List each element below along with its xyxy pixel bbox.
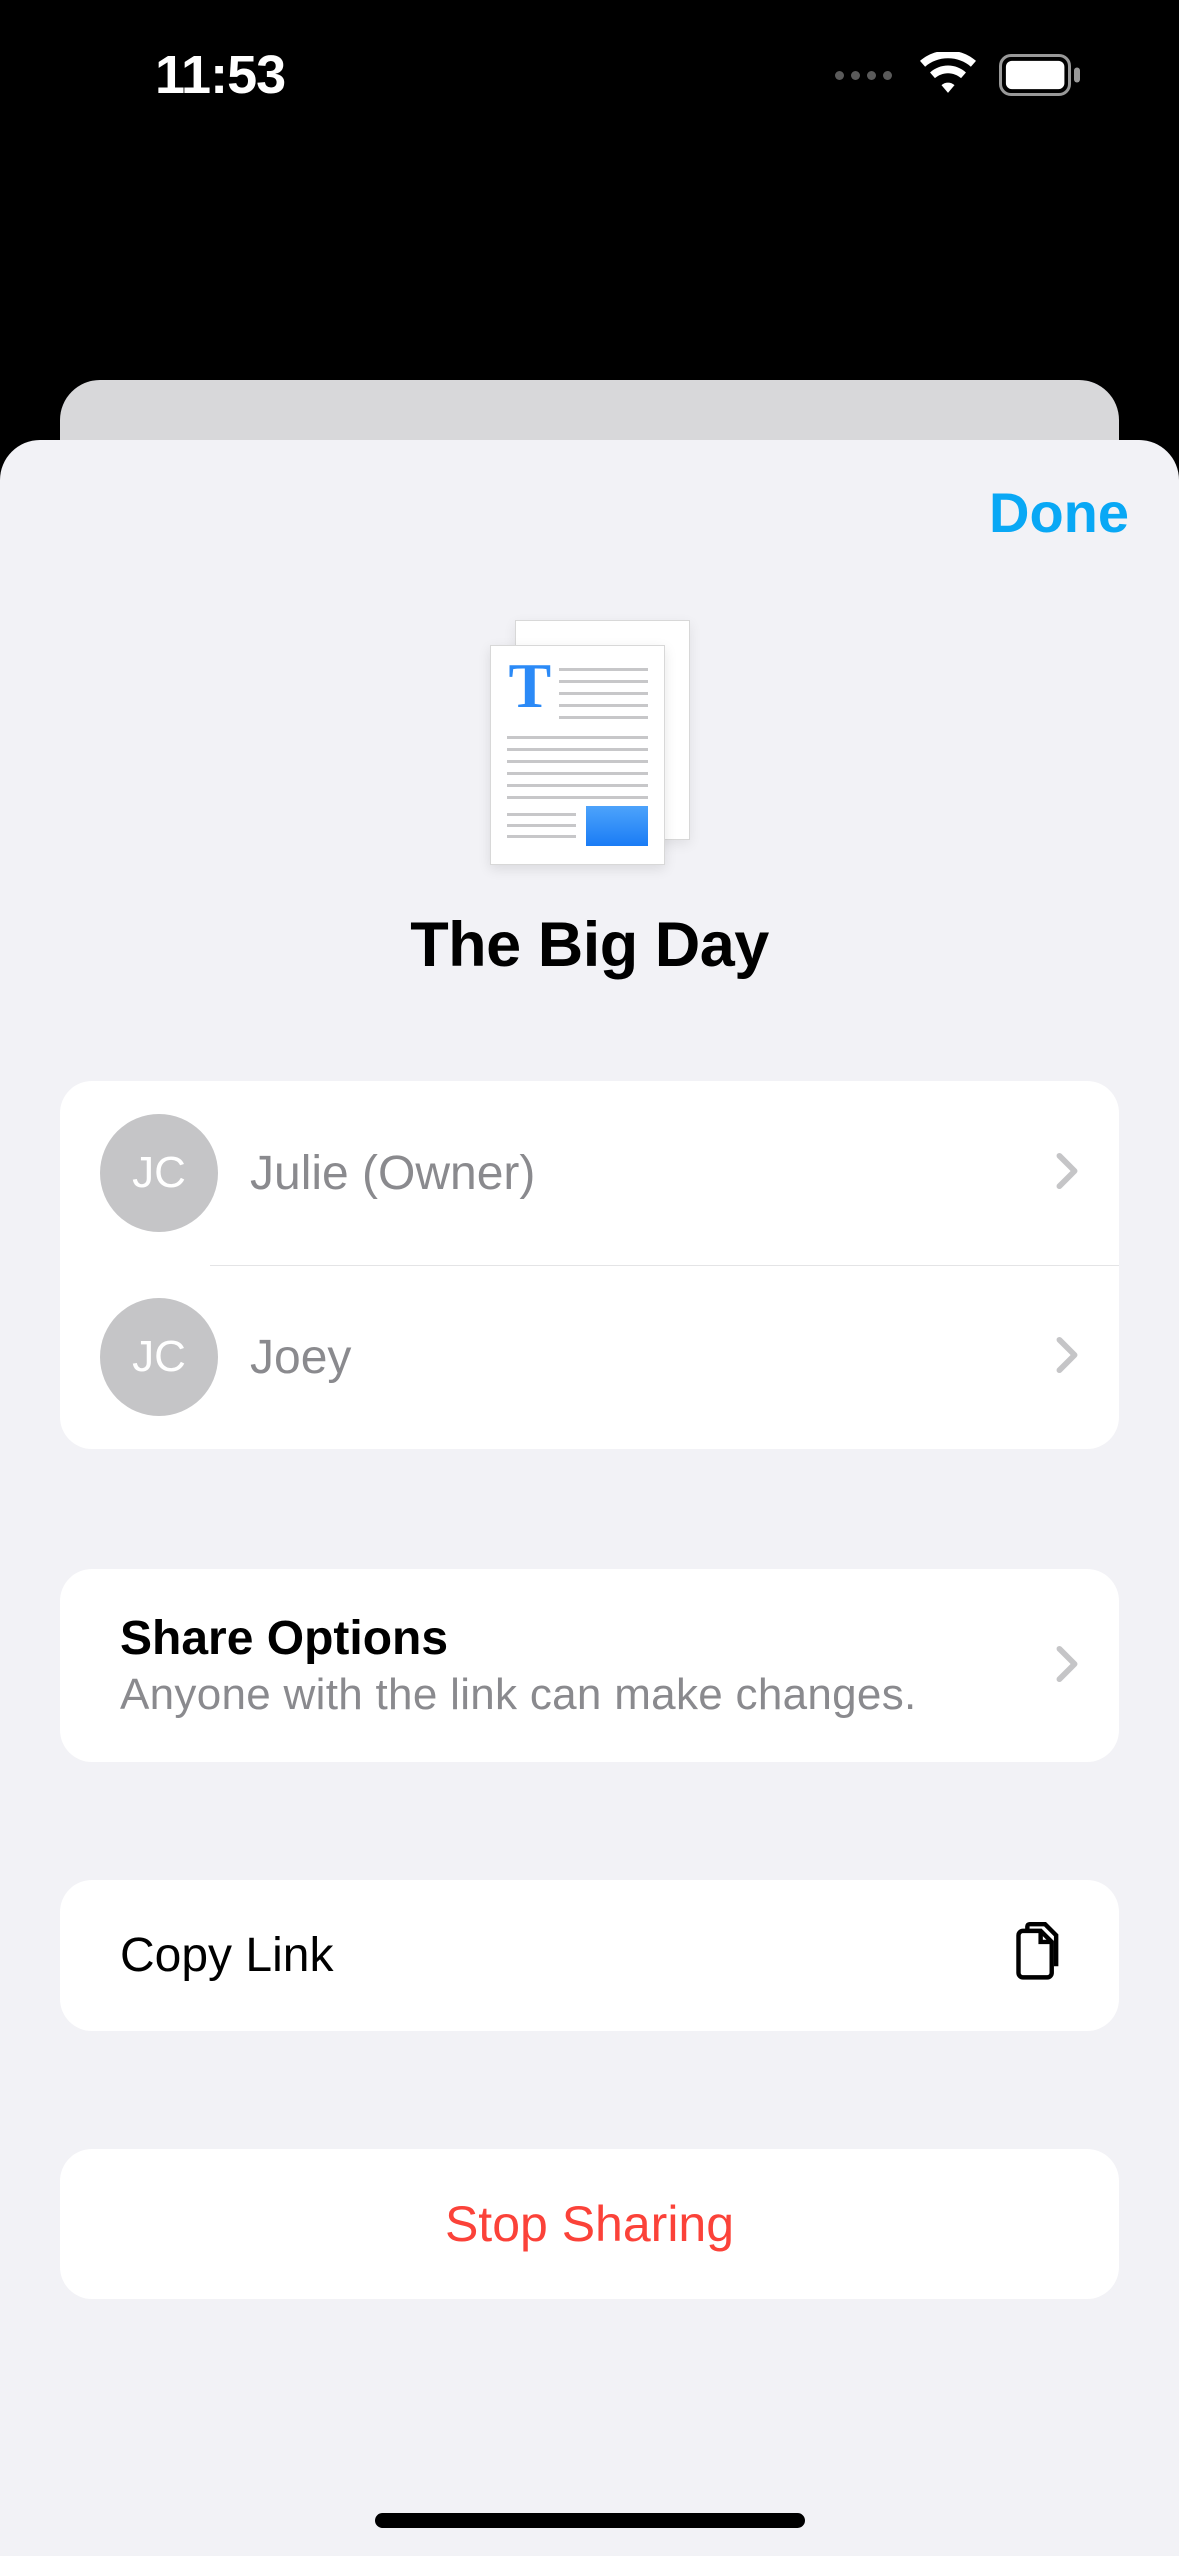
copy-icon [1007, 1922, 1061, 1989]
avatar: JC [100, 1114, 218, 1232]
status-bar: 11:53 [0, 0, 1179, 150]
people-list: JC Julie (Owner) JC Joey [60, 1081, 1119, 1449]
document-title: The Big Day [0, 909, 1179, 981]
chevron-right-icon [1055, 1637, 1079, 1695]
home-indicator[interactable] [375, 2513, 805, 2528]
wifi-icon [920, 52, 976, 99]
person-row-owner[interactable]: JC Julie (Owner) [60, 1081, 1119, 1265]
share-options-title: Share Options [120, 1611, 1055, 1666]
document-icon: T [0, 620, 1179, 865]
stop-sharing-card[interactable]: Stop Sharing [60, 2149, 1119, 2299]
stop-sharing-label: Stop Sharing [445, 2195, 734, 2253]
person-row[interactable]: JC Joey [60, 1265, 1119, 1449]
status-time: 11:53 [155, 44, 285, 106]
avatar: JC [100, 1298, 218, 1416]
chevron-right-icon [1055, 1328, 1079, 1386]
cellular-indicator [835, 71, 892, 80]
status-indicators [835, 52, 1084, 99]
done-button[interactable]: Done [989, 480, 1129, 570]
person-name: Julie (Owner) [250, 1146, 1055, 1201]
copy-link-label: Copy Link [120, 1928, 1007, 1983]
share-options-card[interactable]: Share Options Anyone with the link can m… [60, 1569, 1119, 1762]
share-sheet: Done T The Big Day JC Julie (Owner) [0, 440, 1179, 2556]
share-options-subtitle: Anyone with the link can make changes. [120, 1670, 1055, 1720]
battery-icon [998, 54, 1084, 96]
copy-link-card[interactable]: Copy Link [60, 1880, 1119, 2031]
chevron-right-icon [1055, 1144, 1079, 1202]
person-name: Joey [250, 1330, 1055, 1385]
